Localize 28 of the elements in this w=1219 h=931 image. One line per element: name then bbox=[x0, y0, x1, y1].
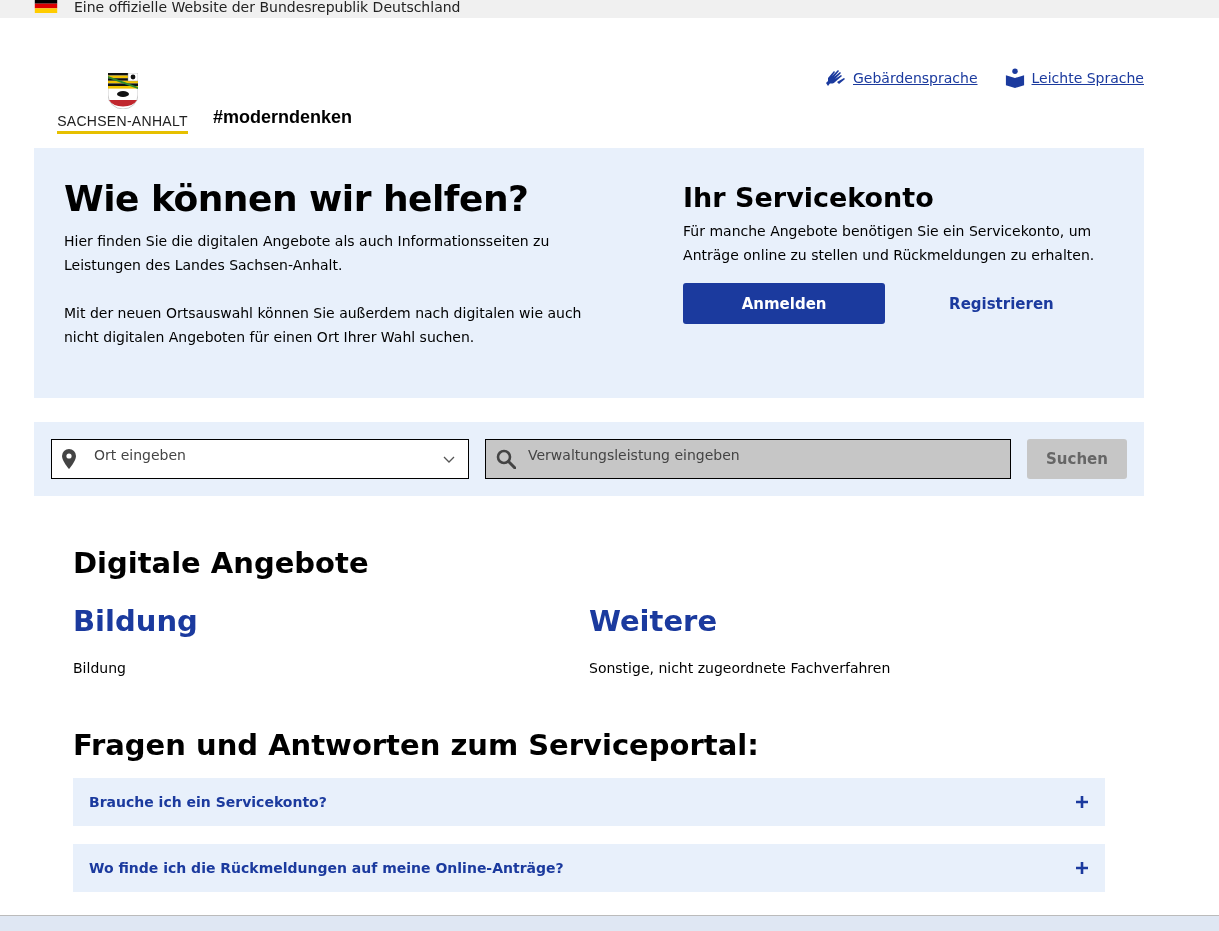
login-button[interactable]: Anmelden bbox=[683, 283, 886, 324]
category-link[interactable]: Bildung bbox=[73, 604, 198, 638]
sign-language-link[interactable]: Gebärdensprache bbox=[825, 68, 978, 88]
easy-language-link[interactable]: Leichte Sprache bbox=[1003, 68, 1144, 88]
plus-icon bbox=[1075, 861, 1089, 875]
section-heading: Digitale Angebote bbox=[73, 546, 370, 580]
category-description: Sonstige, nicht zugeordnete Fachverfahren bbox=[589, 660, 892, 676]
faq-accordion-item[interactable]: Wo finde ich die Rückmeldungen auf meine Online-Anträge? bbox=[73, 844, 1105, 892]
chevron-down-icon bbox=[443, 456, 455, 463]
faq-accordion-item[interactable]: Brauche ich ein Servicekonto? bbox=[73, 778, 1105, 826]
reading-person-icon bbox=[1003, 68, 1026, 88]
hero-heading: Wie können wir helfen? bbox=[64, 178, 530, 219]
official-banner-text: Eine offizielle Website der Bundesrepublik Deutschland bbox=[74, 0, 461, 15]
flag-icon bbox=[34, 0, 58, 13]
register-link[interactable]: Registrieren bbox=[949, 294, 1054, 313]
category-description: Bildung bbox=[73, 660, 127, 676]
location-field[interactable]: Ort eingeben bbox=[51, 439, 469, 479]
logo-text: SACHSEN-ANHALT bbox=[57, 113, 188, 134]
account-heading: Ihr Servicekonto bbox=[683, 182, 935, 213]
coat-of-arms-icon bbox=[107, 73, 138, 109]
hero-text: Hier finden Sie die digitalen Angebote als auch Informationsseiten zu Leistungen des Landes Sachsen-Anhalt. bbox=[64, 232, 551, 275]
slogan: #moderndenken bbox=[213, 107, 353, 128]
section-heading: Fragen und Antworten zum Serviceportal: bbox=[73, 728, 760, 762]
account-text: Für manche Angebote benötigen Sie ein Servicekonto, um Anträge online zu stellen und Rückmeldungen zu erhalten. bbox=[683, 222, 1096, 265]
hero-text: Mit der neuen Ortsauswahl können Sie außerdem nach digitalen wie auch nicht digitalen Angeboten für einen Ort Ihrer Wahl suchen. bbox=[64, 304, 583, 347]
signing-hands-icon bbox=[825, 68, 847, 88]
category-link[interactable]: Weitere bbox=[589, 604, 718, 638]
plus-icon bbox=[1075, 795, 1089, 809]
